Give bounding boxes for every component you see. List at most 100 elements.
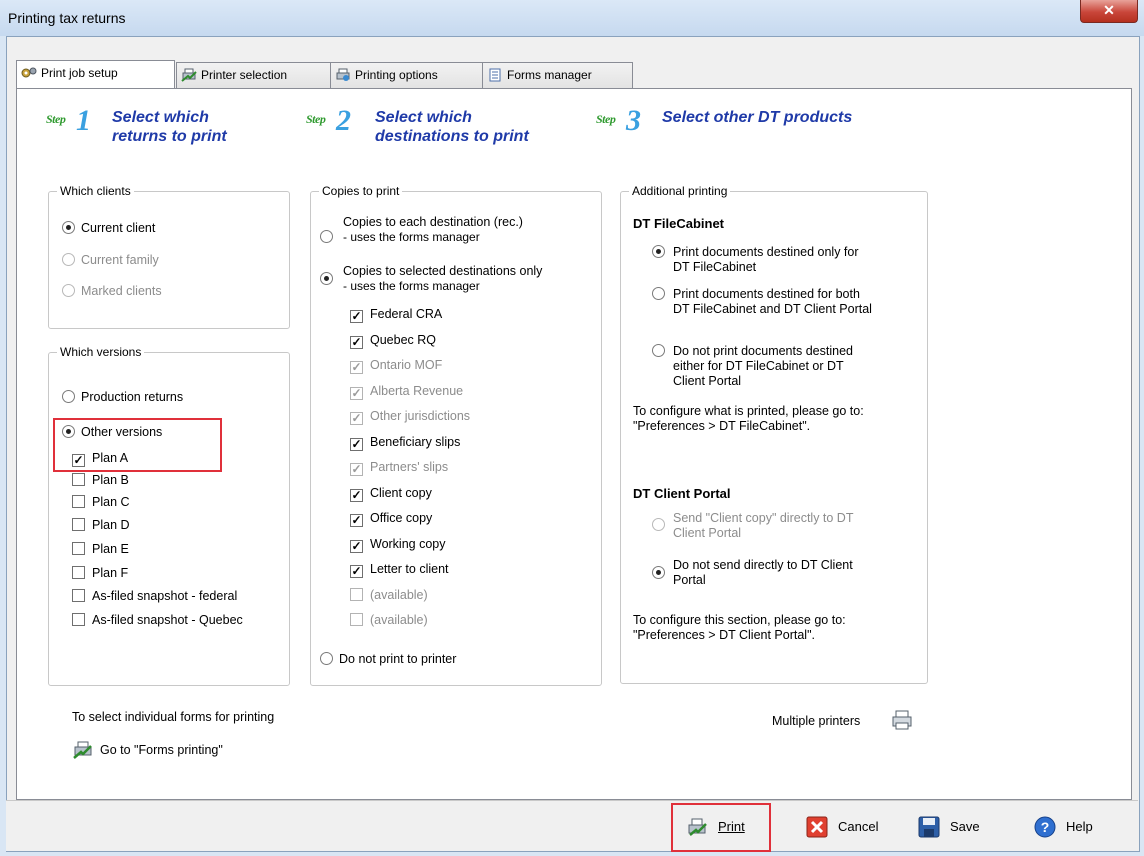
checkbox-working-copy[interactable]: ✓ Working copy [350,537,446,553]
checkbox[interactable] [72,518,85,531]
radio-cp-do-not-send[interactable] [652,566,671,581]
dt-client-portal-title: DT Client Portal [633,486,731,501]
checkbox[interactable]: ✓ [350,438,363,451]
checkbox-plan-c[interactable]: Plan C [72,495,130,510]
checkbox[interactable] [72,542,85,555]
tab-label: Print job setup [41,66,118,80]
radio-copies-selected-destinations[interactable] [320,272,339,287]
group-legend: Copies to print [319,184,403,198]
checkbox[interactable] [72,495,85,508]
tab-label: Printing options [355,68,438,82]
save-icon [918,816,940,838]
checkbox-alberta-revenue: ✓ Alberta Revenue [350,384,464,400]
checkbox-available-2: (available) [350,613,428,628]
checkbox[interactable] [72,473,85,486]
checkbox-other-jurisdictions: ✓ Other jurisdictions [350,409,471,425]
cp-config-note: To configure this section, please go to:… [633,613,846,642]
checkbox[interactable]: ✓ [350,310,363,323]
radio-button[interactable] [62,221,75,234]
checkbox-partners-slips: ✓ Partners' slips [350,460,449,476]
radio-button[interactable] [652,566,665,579]
checkbox[interactable]: ✓ [350,565,363,578]
printer-icon [181,68,197,82]
checkbox-plan-d[interactable]: Plan D [72,518,130,533]
step-2-title: Select which destinations to print [375,109,529,145]
radio-button[interactable] [652,245,665,258]
multiple-printers-label: Multiple printers [772,714,861,728]
radio-fc-none[interactable] [652,344,671,359]
checkbox-asfiled-federal[interactable]: As-filed snapshot - federal [72,589,237,604]
multiple-printers-icon[interactable] [890,708,914,732]
forms-icon [489,68,501,82]
radio-fc-only[interactable] [652,245,671,260]
radio-cp-send [652,518,671,533]
checkbox-client-copy[interactable]: ✓ Client copy [350,486,432,502]
forms-printing-link[interactable]: Go to "Forms printing" [100,743,223,758]
cancel-icon [806,816,828,838]
help-icon: ? [1034,816,1056,838]
radio-button[interactable] [320,652,333,665]
step-2-logo: Step 2 [306,104,351,137]
checkbox[interactable] [72,589,85,602]
radio-button[interactable] [652,287,665,300]
step-3-logo: Step 3 [596,104,641,137]
checkbox-office-copy[interactable]: ✓ Office copy [350,511,432,527]
tab-print-job-setup[interactable]: Print job setup [16,60,175,88]
highlight-other-versions [53,418,222,472]
cp-do-not-send-label: Do not send directly to DT Client Portal [673,558,853,587]
group-legend: Additional printing [629,184,731,198]
radio-copies-each-destination[interactable] [320,222,339,243]
radio-production-returns[interactable]: Production returns [62,390,183,405]
checkbox[interactable]: ✓ [350,514,363,527]
checkbox-plan-b[interactable]: Plan B [72,473,129,488]
checkbox-federal-cra[interactable]: ✓ Federal CRA [350,307,442,323]
checkbox-letter-to-client[interactable]: ✓ Letter to client [350,562,449,578]
checkbox-plan-f[interactable]: Plan F [72,566,128,581]
fc-only-label: Print documents destined only for DT File… [673,245,859,274]
checkbox[interactable]: ✓ [350,489,363,502]
fc-config-note: To configure what is printed, please go … [633,404,864,433]
checkbox[interactable]: ✓ [350,540,363,553]
checkbox[interactable] [72,566,85,579]
forms-printing-icon [73,741,92,759]
radio-button[interactable] [320,230,333,243]
tab-printing-options[interactable]: Printing options [330,62,483,88]
radio-do-not-print[interactable]: Do not print to printer [320,652,456,667]
radio-fc-both[interactable] [652,287,671,302]
window-title: Printing tax returns [8,10,126,26]
checkbox [350,588,363,601]
group-legend: Which clients [57,184,134,198]
radio-button [62,253,75,266]
checkbox[interactable]: ✓ [350,336,363,349]
individual-forms-label: To select individual forms for printing [72,710,275,724]
tab-label: Forms manager [507,68,592,82]
tab-forms-manager[interactable]: Forms manager [482,62,633,88]
radio-button [62,284,75,297]
tab-printer-selection[interactable]: Printer selection [176,62,331,88]
tab-label: Printer selection [201,68,288,82]
svg-text:?: ? [1041,819,1050,835]
checkbox-beneficiary-slips[interactable]: ✓ Beneficiary slips [350,435,460,451]
radio-button[interactable] [62,390,75,403]
checkbox-available-1: (available) [350,588,428,603]
dt-filecabinet-title: DT FileCabinet [633,216,725,231]
copies-each-destination-label: Copies to each destination (rec.) - uses … [343,215,523,244]
help-button[interactable]: ? Help [1034,813,1114,841]
checkbox-asfiled-quebec[interactable]: As-filed snapshot - Quebec [72,613,243,628]
step-3-title: Select other DT products [662,109,853,126]
radio-button[interactable] [320,272,333,285]
close-button[interactable]: ✕ [1080,0,1138,23]
checkbox-plan-e[interactable]: Plan E [72,542,129,557]
radio-button[interactable] [652,344,665,357]
copies-selected-destinations-label: Copies to selected destinations only - us… [343,264,543,293]
radio-marked-clients: Marked clients [62,284,162,299]
step-1-logo: Step 1 [46,104,91,137]
cancel-button[interactable]: Cancel [806,813,892,841]
checkbox-quebec-rq[interactable]: ✓ Quebec RQ [350,333,436,349]
checkbox [350,613,363,626]
radio-current-client[interactable]: Current client [62,221,155,236]
checkbox[interactable] [72,613,85,626]
fc-none-label: Do not print documents destined either fo… [673,344,853,388]
title-bar: Printing tax returns ✕ [0,0,1144,36]
save-button[interactable]: Save [918,813,998,841]
